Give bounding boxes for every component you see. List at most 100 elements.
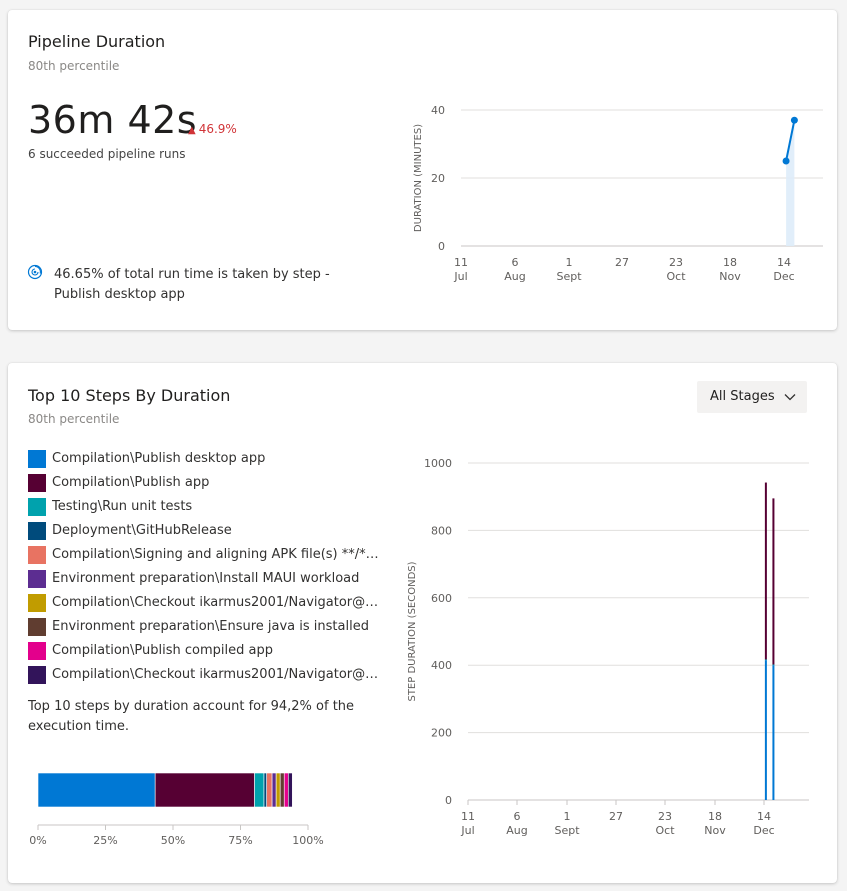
bar-segment — [764, 660, 767, 800]
delta-badge: ▲ 46.9% — [188, 122, 237, 136]
bar-segment — [772, 665, 775, 800]
x-tick-label: 11 — [454, 256, 468, 269]
legend-swatch — [28, 618, 46, 636]
legend-label: Compilation\Publish app — [52, 475, 210, 490]
card-title: Pipeline Duration — [28, 32, 166, 51]
steps-legend: Compilation\Publish desktop app Compilati… — [28, 449, 383, 689]
legend-label: Testing\Run unit tests — [52, 499, 193, 514]
steps-note: Top 10 steps by duration account for 94,… — [28, 699, 355, 734]
x-tick-sublabel: Nov — [704, 824, 726, 837]
x-tick-sublabel: Oct — [666, 270, 686, 283]
bar-segment — [263, 772, 267, 808]
legend-item[interactable]: Deployment\GitHubRelease — [28, 521, 383, 545]
legend-swatch — [28, 570, 46, 588]
x-tick-label: 27 — [609, 810, 623, 823]
card-subtitle: 80th percentile — [28, 59, 120, 73]
legend-label: Compilation\Checkout ikarmus2001/Navigat… — [52, 667, 382, 682]
bar-segment — [275, 772, 281, 808]
y-tick-label: 600 — [431, 592, 452, 605]
x-tick-sublabel: Jul — [460, 824, 474, 837]
legend-swatch — [28, 594, 46, 612]
triangle-up-icon: ▲ — [188, 125, 196, 136]
bar-segment — [266, 772, 273, 808]
insight-icon — [27, 264, 43, 280]
x-tick-label: 23 — [658, 810, 672, 823]
bar-segment — [764, 659, 767, 661]
bar-segment — [287, 772, 293, 808]
legend-swatch — [28, 546, 46, 564]
legend-item[interactable]: Compilation\Publish desktop app — [28, 449, 383, 473]
duration-chart: 0 20 40 11Jul 6Aug 1Sept 27 23Oct 18Nov 14Dec DURA… — [413, 104, 823, 283]
legend-label: Compilation\Publish compiled app — [52, 643, 273, 658]
y-tick-label: 20 — [431, 172, 445, 185]
legend-item[interactable]: Compilation\Publish app — [28, 473, 383, 497]
y-axis-label: STEP DURATION (SECONDS) — [407, 561, 418, 701]
y-tick-label: 200 — [431, 727, 452, 740]
x-tick-label: 0% — [29, 834, 46, 847]
x-tick-label: 1 — [566, 256, 573, 269]
duration-value: 36m 42s — [28, 98, 198, 142]
x-tick-sublabel: Nov — [719, 270, 741, 283]
bar-segment — [254, 772, 265, 808]
stages-dropdown-label: All Stages — [710, 389, 775, 404]
y-tick-label: 400 — [431, 659, 452, 672]
legend-item[interactable]: Compilation\Checkout ikarmus2001/Navigat… — [28, 593, 383, 617]
x-tick-label: 100% — [292, 834, 323, 847]
legend-label: Environment preparation\Install MAUI wor… — [52, 571, 360, 586]
legend-label: Environment preparation\Ensure java is i… — [52, 619, 369, 634]
data-point — [790, 116, 798, 124]
pipeline-duration-card: Pipeline Duration 80th percentile 36m 42… — [8, 10, 837, 330]
x-tick-sublabel: Jul — [453, 270, 467, 283]
runs-count: 6 succeeded pipeline runs — [28, 147, 186, 161]
y-axis-label: DURATION (MINUTES) — [413, 124, 424, 232]
x-tick-sublabel: Dec — [773, 270, 794, 283]
top-steps-card: Top 10 Steps By Duration 80th percentile… — [8, 363, 837, 883]
card-title: Top 10 Steps By Duration — [28, 386, 231, 405]
insight-text: 46.65% of total run time is taken by ste… — [54, 267, 330, 302]
bar-segment — [37, 772, 156, 808]
legend-item[interactable]: Testing\Run unit tests — [28, 497, 383, 521]
legend-item[interactable]: Compilation\Checkout ikarmus2001/Navigat… — [28, 665, 383, 689]
data-point — [782, 157, 790, 165]
x-tick-label: 11 — [461, 810, 475, 823]
y-tick-label: 40 — [431, 104, 445, 117]
legend-swatch — [28, 498, 46, 516]
x-tick-label: 6 — [512, 256, 519, 269]
legend-label: Deployment\GitHubRelease — [52, 523, 232, 538]
x-tick-sublabel: Oct — [655, 824, 675, 837]
bar-segment — [154, 772, 255, 808]
bar-segment — [764, 482, 767, 660]
legend-item[interactable]: Environment preparation\Ensure java is i… — [28, 617, 383, 641]
legend-item[interactable]: Environment preparation\Install MAUI wor… — [28, 569, 383, 593]
card-subtitle: 80th percentile — [28, 412, 120, 426]
x-tick-sublabel: Sept — [556, 270, 582, 283]
legend-label: Compilation\Publish desktop app — [52, 451, 266, 466]
x-tick-sublabel: Dec — [753, 824, 774, 837]
bar-segment — [772, 664, 775, 666]
stages-dropdown[interactable]: All Stages — [697, 381, 807, 413]
x-tick-label: 18 — [723, 256, 737, 269]
x-tick-sublabel: Aug — [504, 270, 525, 283]
bar-segment — [283, 772, 289, 808]
legend-swatch — [28, 642, 46, 660]
legend-swatch — [28, 450, 46, 468]
x-tick-sublabel: Aug — [506, 824, 527, 837]
y-tick-label: 0 — [445, 794, 452, 807]
legend-swatch — [28, 666, 46, 684]
legend-label: Compilation\Signing and aligning APK fil… — [52, 547, 382, 562]
y-tick-label: 0 — [438, 240, 445, 253]
x-tick-label: 6 — [514, 810, 521, 823]
x-tick-label: 14 — [757, 810, 771, 823]
delta-value: 46.9% — [198, 122, 237, 136]
legend-swatch — [28, 522, 46, 540]
legend-item[interactable]: Compilation\Signing and aligning APK fil… — [28, 545, 383, 569]
chevron-down-icon — [784, 394, 796, 401]
bar-segment — [279, 772, 285, 808]
step-duration-chart: 0 200 400 600 800 1000 11Jul 6Aug 1Sept 27 23Oct 18… — [407, 457, 809, 837]
legend-item[interactable]: Compilation\Publish compiled app — [28, 641, 383, 665]
bar-segment — [271, 772, 277, 808]
x-tick-label: 18 — [708, 810, 722, 823]
bar-segment — [772, 498, 775, 665]
legend-swatch — [28, 474, 46, 492]
x-tick-label: 50% — [161, 834, 185, 847]
